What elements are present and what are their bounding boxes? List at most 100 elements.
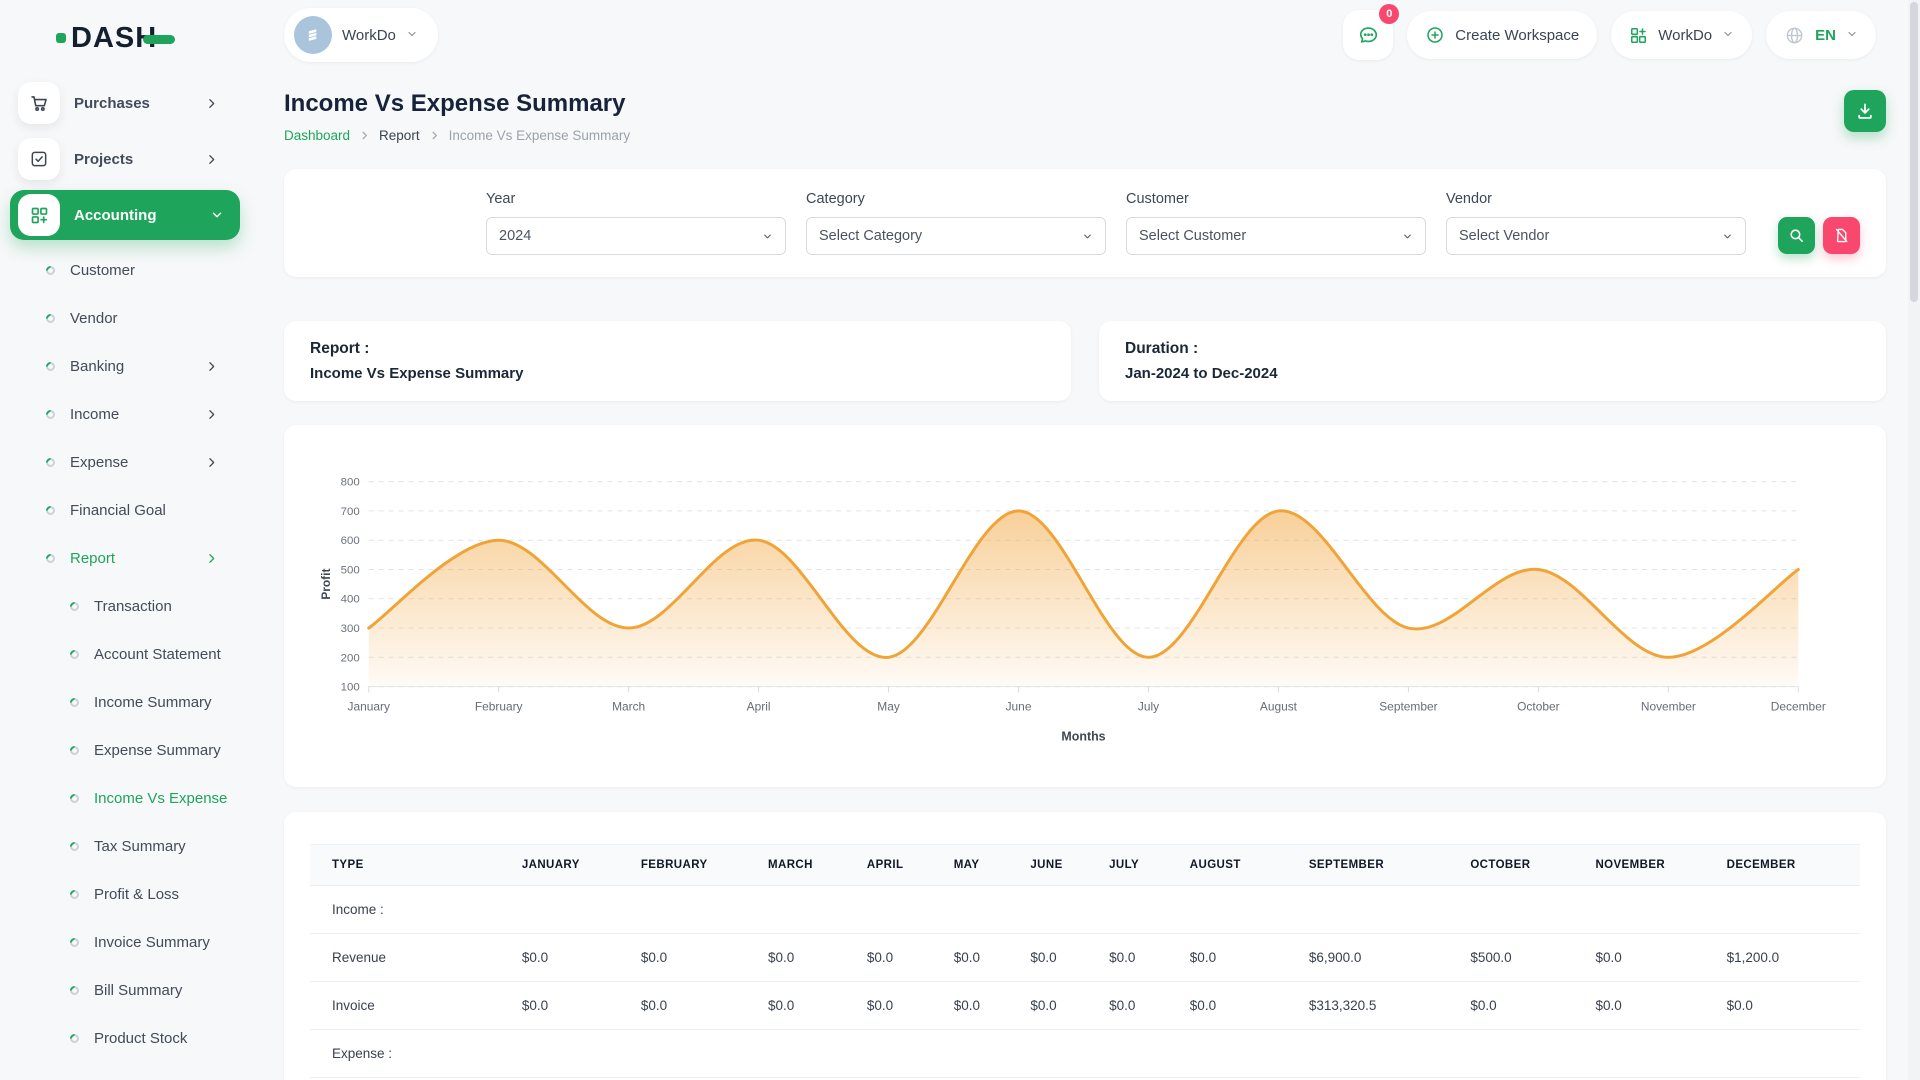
breadcrumb-report-link[interactable]: Report (379, 128, 420, 143)
svg-text:600: 600 (341, 535, 360, 547)
cell-revenue-march: $0.0 (758, 934, 857, 982)
cell-income-june (1020, 886, 1099, 934)
sidebar-item-report[interactable]: Report (10, 534, 234, 582)
svg-text:January: January (348, 699, 390, 713)
cell-expense-march (758, 1030, 857, 1078)
sidebar-item-income-summary[interactable]: Income Summary (10, 678, 234, 726)
section-row-expense: Expense : (310, 1030, 1860, 1078)
sidebar-item-label: Banking (70, 358, 124, 375)
scrollbar-thumb[interactable] (1910, 2, 1918, 302)
svg-text:200: 200 (341, 652, 360, 664)
cell-expense-october (1460, 1030, 1585, 1078)
bullet-icon (44, 552, 57, 565)
download-icon (1855, 101, 1875, 121)
cell-invoice-july: $0.0 (1099, 982, 1180, 1030)
cell-expense-may (944, 1030, 1021, 1078)
cell-expense-february (631, 1030, 758, 1078)
year-select[interactable]: 2024 (486, 217, 786, 255)
sidebar: DASH Purchases Projects Accounting Customer… (0, 0, 240, 1080)
sidebar-item-bill-summary[interactable]: Bill Summary (10, 966, 234, 1014)
sidebar-item-income[interactable]: Income (10, 390, 234, 438)
workdo-menu-button[interactable]: WorkDo (1611, 11, 1752, 59)
sidebar-item-projects[interactable]: Projects (10, 134, 234, 184)
plus-circle-icon (1425, 25, 1445, 45)
chevron-down-icon (1722, 27, 1734, 44)
sidebar-item-label: Income Vs Expense (94, 790, 227, 807)
column-header-november: NOVEMBER (1585, 845, 1716, 886)
grid-plus-icon (18, 194, 60, 236)
vendor-select[interactable]: Select Vendor (1446, 217, 1746, 255)
breadcrumb-dashboard-link[interactable]: Dashboard (284, 128, 350, 143)
chevron-down-icon (210, 208, 224, 222)
bullet-icon (68, 888, 81, 901)
breadcrumb: Dashboard Report Income Vs Expense Summa… (284, 128, 630, 143)
sidebar-item-cash-flow[interactable]: Cash Flow (10, 1062, 234, 1080)
sidebar-item-transaction[interactable]: Transaction (10, 582, 234, 630)
sidebar-item-purchases[interactable]: Purchases (10, 78, 234, 128)
sidebar-item-income-vs-expense[interactable]: Income Vs Expense (10, 774, 234, 822)
cell-revenue-may: $0.0 (944, 934, 1021, 982)
cell-revenue-august: $0.0 (1180, 934, 1299, 982)
svg-text:100: 100 (341, 682, 360, 694)
breadcrumb-current: Income Vs Expense Summary (449, 128, 631, 143)
sidebar-item-accounting[interactable]: Accounting (10, 190, 240, 240)
sidebar-item-customer[interactable]: Customer (10, 246, 234, 294)
sidebar-item-vendor[interactable]: Vendor (10, 294, 234, 342)
vendor-select-value: Select Vendor (1459, 228, 1549, 244)
sidebar-item-financial-goal[interactable]: Financial Goal (10, 486, 234, 534)
sidebar-item-profit-loss[interactable]: Profit & Loss (10, 870, 234, 918)
apply-filter-button[interactable] (1778, 217, 1815, 254)
chevron-down-icon (1082, 231, 1093, 242)
reset-filter-button[interactable] (1823, 217, 1860, 254)
cell-income-march (758, 886, 857, 934)
cell-invoice-march: $0.0 (758, 982, 857, 1030)
income-vs-expense-table: TYPEJANUARYFEBRUARYMARCHAPRILMAYJUNEJULY… (310, 844, 1860, 1078)
table-row-revenue: Revenue$0.0$0.0$0.0$0.0$0.0$0.0$0.0$0.0$… (310, 934, 1860, 982)
download-report-button[interactable] (1844, 90, 1886, 132)
column-header-july: JULY (1099, 845, 1180, 886)
bullet-icon (44, 408, 57, 421)
app-logo[interactable]: DASH (56, 16, 240, 60)
sidebar-item-tax-summary[interactable]: Tax Summary (10, 822, 234, 870)
category-select-value: Select Category (819, 228, 922, 244)
sidebar-item-label: Profit & Loss (94, 886, 179, 903)
cell-expense-june (1020, 1030, 1099, 1078)
sidebar-item-label: Customer (70, 262, 135, 279)
year-select-value: 2024 (499, 228, 531, 244)
summary-cards: Report : Income Vs Expense Summary Durat… (284, 321, 1886, 401)
bullet-icon (68, 696, 81, 709)
svg-text:October: October (1517, 699, 1559, 713)
column-header-january: JANUARY (512, 845, 631, 886)
sidebar-item-invoice-summary[interactable]: Invoice Summary (10, 918, 234, 966)
column-header-may: MAY (944, 845, 1021, 886)
customer-select[interactable]: Select Customer (1126, 217, 1426, 255)
cell-income-october (1460, 886, 1585, 934)
globe-icon (1784, 25, 1805, 46)
cell-invoice-may: $0.0 (944, 982, 1021, 1030)
page-scrollbar[interactable] (1908, 0, 1920, 1080)
sidebar-menu: Purchases Projects Accounting Customer Vendo… (0, 78, 240, 1080)
language-button[interactable]: EN (1766, 11, 1876, 59)
create-workspace-button[interactable]: Create Workspace (1407, 11, 1597, 59)
cell-revenue-december: $1,200.0 (1717, 934, 1860, 982)
sidebar-item-product-stock[interactable]: Product Stock (10, 1014, 234, 1062)
cell-revenue-january: $0.0 (512, 934, 631, 982)
filters-card: Year 2024 Category Select Category Custo… (284, 169, 1886, 277)
income-vs-expense-chart: 100200300400500600700800 JanuaryFebruary… (314, 445, 1856, 767)
cell-revenue-june: $0.0 (1020, 934, 1099, 982)
cell-revenue-july: $0.0 (1099, 934, 1180, 982)
category-select[interactable]: Select Category (806, 217, 1106, 255)
workspace-switcher[interactable]: WorkDo (284, 8, 438, 62)
sidebar-item-expense[interactable]: Expense (10, 438, 234, 486)
sidebar-item-account-statement[interactable]: Account Statement (10, 630, 234, 678)
customer-field: Customer Select Customer (1126, 191, 1426, 255)
sidebar-item-label: Financial Goal (70, 502, 166, 519)
sidebar-item-expense-summary[interactable]: Expense Summary (10, 726, 234, 774)
language-label: EN (1815, 27, 1836, 44)
customer-label: Customer (1126, 191, 1426, 207)
messages-button[interactable]: 0 (1343, 10, 1393, 60)
sidebar-item-label: Tax Summary (94, 838, 186, 855)
bullet-icon (68, 600, 81, 613)
svg-text:November: November (1641, 699, 1696, 713)
sidebar-item-banking[interactable]: Banking (10, 342, 234, 390)
